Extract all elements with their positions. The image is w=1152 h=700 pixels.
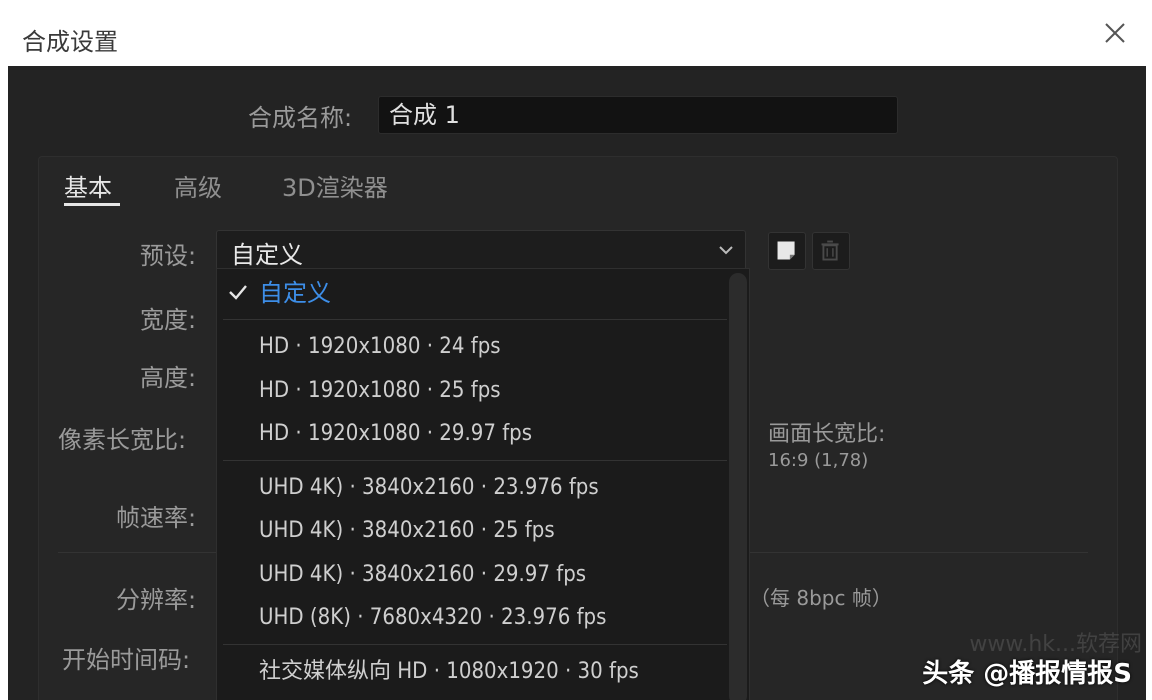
trash-icon [821, 240, 839, 261]
composition-name-label: 合成名称: [248, 104, 353, 132]
checkmark-icon [229, 285, 247, 300]
preset-option-uhd8k-23976[interactable]: UHD (8K) · 7680x4320 · 23.976 fps [217, 598, 727, 638]
frame-aspect-label: 画面长宽比: [768, 422, 886, 447]
preset-option-label: UHD 4K) · 3840x2160 · 23.976 fps [259, 475, 599, 500]
preset-option-label: UHD 4K) · 3840x2160 · 25 fps [259, 518, 555, 543]
preset-option-label: HD · 1920x1080 · 24 fps [259, 334, 501, 359]
resolution-info: （每 8bpc 帧） [750, 586, 892, 610]
pixel-aspect-label: 像素长宽比: [58, 426, 187, 454]
preset-option-label: UHD 4K) · 3840x2160 · 29.97 fps [259, 562, 587, 587]
tab-3d-renderer[interactable]: 3D渲染器 [282, 168, 388, 203]
close-icon[interactable] [1102, 20, 1128, 46]
preset-label: 预设: [140, 242, 197, 270]
preset-option-label: 自定义 [259, 279, 331, 307]
preset-dropdown-menu: 自定义 HD · 1920x1080 · 24 fps HD · 1920x10… [216, 268, 750, 700]
tab-basic[interactable]: 基本 [64, 168, 112, 203]
frame-aspect-value: 16:9 (1,78) [768, 450, 869, 471]
preset-option-label: HD · 1920x1080 · 25 fps [259, 378, 501, 403]
preset-option-label: HD · 1920x1080 · 29.97 fps [259, 421, 533, 446]
preset-option-uhd4k-25[interactable]: UHD 4K) · 3840x2160 · 25 fps [217, 511, 727, 551]
width-label: 宽度: [140, 306, 197, 334]
dialog-title: 合成设置 [22, 28, 118, 56]
composition-name-input[interactable]: 合成 1 [378, 96, 898, 134]
watermark: 头条 @播报情报S [922, 659, 1132, 689]
preset-selected-value: 自定义 [231, 241, 303, 269]
preset-option-hd-2997[interactable]: HD · 1920x1080 · 29.97 fps [217, 414, 727, 454]
save-preset-icon [777, 241, 795, 260]
dialog-titlebar: 合成设置 [8, 6, 1146, 66]
height-label: 高度: [140, 364, 197, 392]
menu-separator [223, 460, 727, 461]
tab-advanced[interactable]: 高级 [174, 168, 222, 203]
resolution-label: 分辨率: [116, 586, 197, 614]
active-tab-indicator [64, 203, 120, 206]
preset-option-label: UHD (8K) · 7680x4320 · 23.976 fps [259, 605, 607, 630]
delete-preset-button[interactable] [812, 232, 850, 270]
preset-option-social-vertical-hd[interactable]: 社交媒体纵向 HD · 1080x1920 · 30 fps [217, 652, 727, 692]
preset-option-label: 社交媒体纵向 HD · 1080x1920 · 30 fps [259, 659, 639, 684]
preset-option-hd-24[interactable]: HD · 1920x1080 · 24 fps [217, 327, 727, 367]
preset-option-custom[interactable]: 自定义 [217, 273, 727, 313]
preset-option-hd-25[interactable]: HD · 1920x1080 · 25 fps [217, 371, 727, 411]
start-timecode-label: 开始时间码: [62, 646, 191, 674]
save-preset-button[interactable] [768, 232, 806, 270]
chevron-down-icon [719, 246, 733, 255]
preset-select[interactable]: 自定义 [216, 230, 746, 270]
preset-option-uhd4k-23976[interactable]: UHD 4K) · 3840x2160 · 23.976 fps [217, 468, 727, 508]
menu-separator [223, 319, 727, 320]
frame-rate-label: 帧速率: [116, 504, 197, 532]
menu-separator [223, 644, 727, 645]
preset-option-uhd4k-2997[interactable]: UHD 4K) · 3840x2160 · 29.97 fps [217, 555, 727, 595]
dropdown-scrollbar[interactable] [729, 273, 747, 700]
